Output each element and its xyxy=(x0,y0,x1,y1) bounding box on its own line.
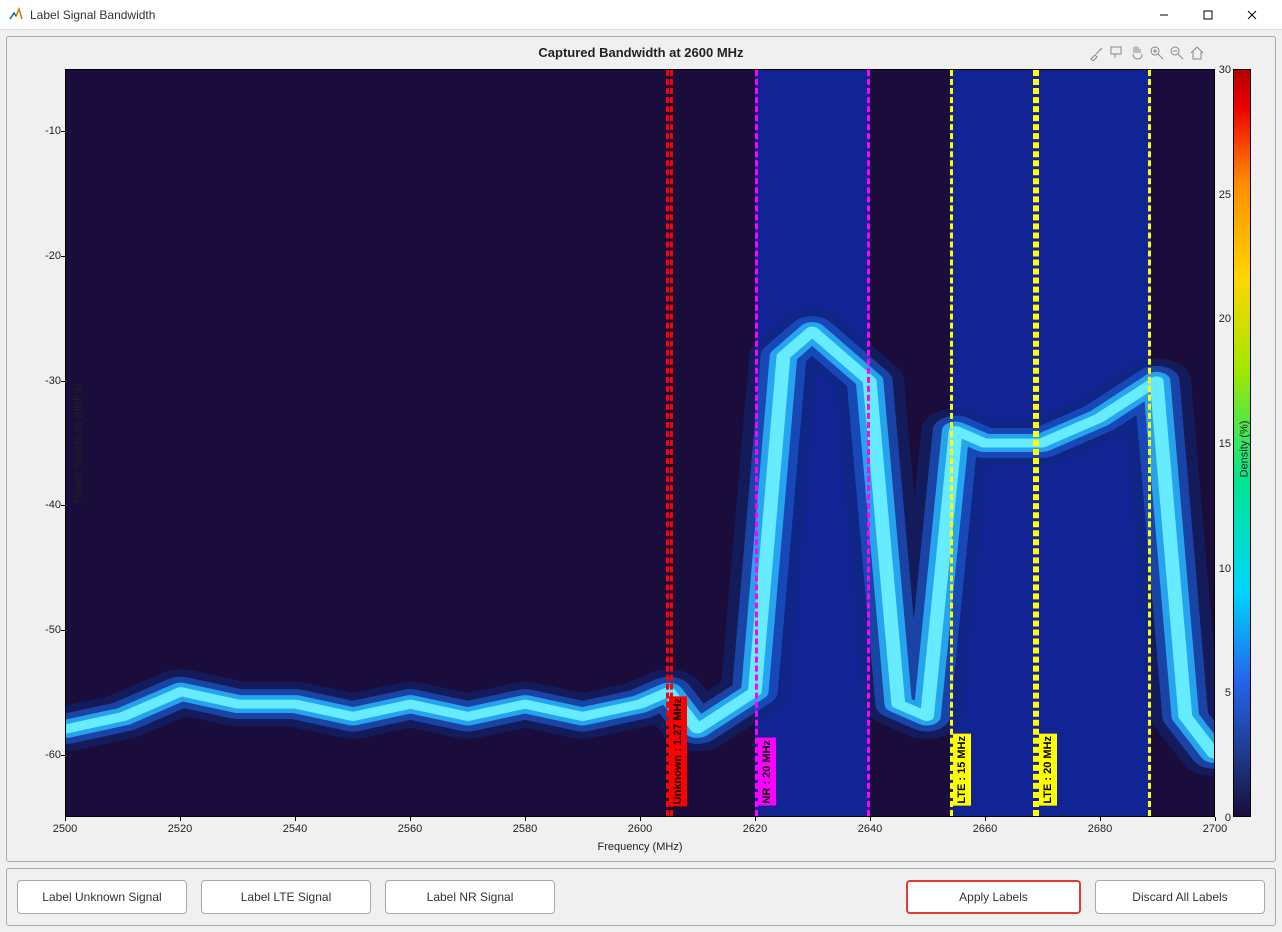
brush-icon[interactable] xyxy=(1089,45,1105,61)
zoom-out-icon[interactable] xyxy=(1169,45,1185,61)
matlab-icon xyxy=(8,7,24,23)
axes-toolbar xyxy=(1089,45,1205,61)
axes-area[interactable]: Unknown : 1.27 MHzNR : 20 MHzLTE : 15 MH… xyxy=(65,69,1215,817)
pan-icon[interactable] xyxy=(1129,45,1145,61)
home-icon[interactable] xyxy=(1189,45,1205,61)
colorbar-tick: 30 xyxy=(1219,64,1231,76)
x-axis-label: Frequency (MHz) xyxy=(65,841,1215,853)
window-titlebar: Label Signal Bandwidth xyxy=(0,0,1282,30)
colorbar-tick: 10 xyxy=(1219,563,1231,575)
y-tick: -20 xyxy=(33,250,61,262)
colorbar-tick: 15 xyxy=(1219,438,1231,450)
y-tick: -30 xyxy=(33,375,61,387)
colorbar-tick: 5 xyxy=(1225,687,1231,699)
apply-labels-button[interactable]: Apply Labels xyxy=(906,880,1081,914)
x-tick: 2500 xyxy=(53,823,77,835)
discard-labels-button[interactable]: Discard All Labels xyxy=(1095,880,1265,914)
x-tick: 2640 xyxy=(858,823,882,835)
main-panel: Captured Bandwidth at 2600 MHz Unknown :… xyxy=(0,30,1282,932)
x-tick: 2700 xyxy=(1203,823,1227,835)
close-button[interactable] xyxy=(1230,0,1274,30)
window-title: Label Signal Bandwidth xyxy=(30,8,155,22)
y-tick: -40 xyxy=(33,499,61,511)
label-nr-button[interactable]: Label NR Signal xyxy=(385,880,555,914)
x-tick: 2520 xyxy=(168,823,192,835)
x-tick: 2660 xyxy=(973,823,997,835)
label-unknown-button[interactable]: Label Unknown Signal xyxy=(17,880,187,914)
x-tick: 2580 xyxy=(513,823,537,835)
colorbar-tick: 25 xyxy=(1219,189,1231,201)
x-tick: 2620 xyxy=(743,823,767,835)
x-tick: 2560 xyxy=(398,823,422,835)
label-lte-button[interactable]: Label LTE Signal xyxy=(201,880,371,914)
zoom-in-icon[interactable] xyxy=(1149,45,1165,61)
x-tick: 2680 xyxy=(1088,823,1112,835)
maximize-button[interactable] xyxy=(1186,0,1230,30)
colorbar-tick: 0 xyxy=(1225,812,1231,824)
y-axis-label: Power Spectrum (dBFS) xyxy=(73,383,85,502)
colorbar-tick: 20 xyxy=(1219,313,1231,325)
y-tick: -60 xyxy=(33,749,61,761)
x-tick: 2600 xyxy=(628,823,652,835)
x-tick: 2540 xyxy=(283,823,307,835)
button-panel: Label Unknown Signal Label LTE Signal La… xyxy=(6,868,1276,926)
spectrum-heatmap: Unknown : 1.27 MHzNR : 20 MHzLTE : 15 MH… xyxy=(65,69,1215,817)
colorbar-label: Density (%) xyxy=(1239,421,1251,478)
y-tick: -50 xyxy=(33,624,61,636)
plot-panel: Captured Bandwidth at 2600 MHz Unknown :… xyxy=(6,36,1276,862)
datatip-icon[interactable] xyxy=(1109,45,1125,61)
plot-title: Captured Bandwidth at 2600 MHz xyxy=(7,45,1275,60)
minimize-button[interactable] xyxy=(1142,0,1186,30)
y-tick: -10 xyxy=(33,125,61,137)
